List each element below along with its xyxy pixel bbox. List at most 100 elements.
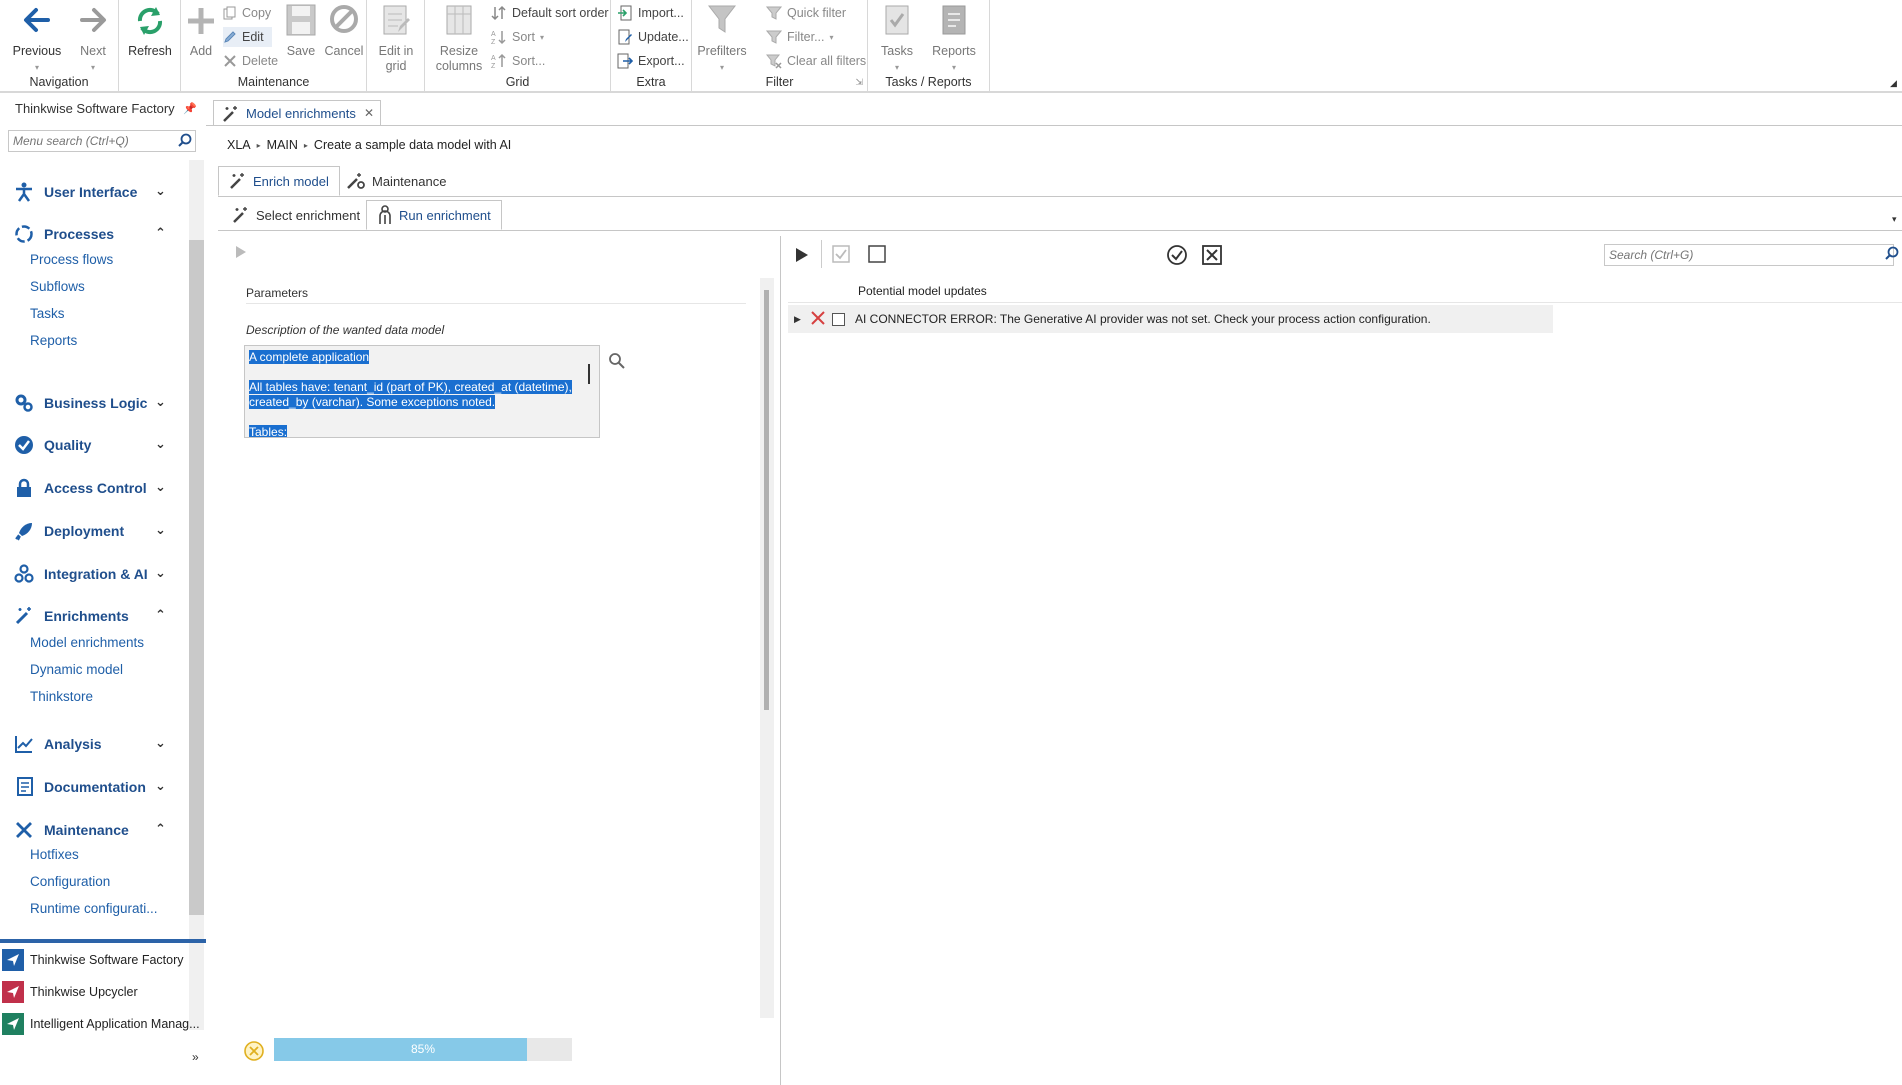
cancel-button[interactable]: Cancel <box>323 2 365 59</box>
nav-item-hotfixes[interactable]: Hotfixes <box>30 847 79 862</box>
menu-search-input[interactable] <box>8 130 196 152</box>
tasks-button[interactable]: Tasks ▾ <box>870 2 924 75</box>
nav-item-runtime-configuration[interactable]: Runtime configurati... <box>30 901 158 916</box>
sort-az-icon: AZ <box>491 31 506 45</box>
sort-dialog-button[interactable]: AZ Sort... <box>491 51 545 71</box>
import-button[interactable]: Import... <box>617 3 684 23</box>
chevron-down-icon: ⌄ <box>155 778 166 793</box>
breadcrumb-item[interactable]: Create a sample data model with AI <box>314 138 511 152</box>
nav-group-maintenance[interactable]: Maintenance ⌃ <box>14 815 166 845</box>
filter-button[interactable]: Filter... ▾ <box>766 27 834 47</box>
nav-group-business-logic[interactable]: Business Logic ⌄ <box>14 388 166 418</box>
update-button[interactable]: Update... <box>617 27 689 47</box>
toolbar-separator <box>821 240 822 268</box>
dialog-launcher-icon[interactable]: ⇲ <box>855 77 863 88</box>
unchecked-checkbox-icon[interactable] <box>868 245 886 266</box>
dropdown-arrow-icon: ▾ <box>539 32 544 42</box>
results-search-input[interactable] <box>1604 244 1894 266</box>
parameters-scrollbar-thumb[interactable] <box>764 290 769 710</box>
pin-icon[interactable]: 📌 <box>183 102 197 115</box>
tab-select-enrichment[interactable]: Select enrichment <box>222 200 370 230</box>
nav-group-user-interface[interactable]: User Interface ⌄ <box>14 177 166 207</box>
resize-columns-button[interactable]: Resize columns <box>431 2 487 74</box>
default-sort-order-button[interactable]: Default sort order <box>491 3 609 23</box>
close-tab-icon[interactable]: ✕ <box>364 106 374 120</box>
dropdown-arrow-icon: ▾ <box>719 63 724 72</box>
more-apps-icon[interactable]: » <box>192 1050 199 1064</box>
previous-button[interactable]: Previous ▾ <box>9 2 65 75</box>
checked-checkbox-icon[interactable] <box>832 245 850 266</box>
update-icon <box>618 29 632 45</box>
sidebar-scrollbar-thumb[interactable] <box>189 240 204 915</box>
app-thinkwise-software-factory[interactable]: Thinkwise Software Factory <box>2 947 184 973</box>
table-row[interactable]: ▶ AI CONNECTOR ERROR: The Generative AI … <box>788 305 1553 333</box>
nav-item-model-enrichments[interactable]: Model enrichments <box>30 635 144 650</box>
collapse-ribbon-icon[interactable]: ◢ <box>1890 78 1897 89</box>
group-label-extra: Extra <box>636 75 666 89</box>
nav-item-configuration[interactable]: Configuration <box>30 874 110 889</box>
cancel-progress-icon[interactable] <box>243 1040 265 1065</box>
dropdown-arrow-icon: ▾ <box>894 63 899 72</box>
export-button[interactable]: Export... <box>617 51 685 71</box>
column-header-potential-model-updates[interactable]: Potential model updates <box>858 284 987 298</box>
tab-row-primary-divider <box>218 196 1902 197</box>
execute-icon[interactable] <box>794 246 810 267</box>
group-label-grid: Grid <box>505 75 530 89</box>
description-textarea[interactable]: A complete application All tables have: … <box>244 345 600 438</box>
confirm-all-icon[interactable] <box>1166 244 1188 269</box>
nav-group-access-control[interactable]: Access Control ⌄ <box>14 473 166 503</box>
chevron-up-icon: ⌃ <box>155 225 166 240</box>
nav-group-integration-ai[interactable]: Integration & AI ⌄ <box>14 559 166 589</box>
nav-item-dynamic-model[interactable]: Dynamic model <box>30 662 123 677</box>
chevron-down-icon: ⌄ <box>155 522 166 537</box>
group-label-filter: Filter <box>765 75 794 89</box>
execute-task-icon[interactable] <box>234 244 248 263</box>
reports-button[interactable]: Reports ▾ <box>926 2 982 75</box>
tab-maintenance[interactable]: Maintenance <box>336 166 456 196</box>
nav-group-analysis[interactable]: Analysis ⌄ <box>14 729 166 759</box>
next-button[interactable]: Next ▾ <box>65 2 121 75</box>
prefilters-button[interactable]: Prefilters ▾ <box>696 2 748 75</box>
nav-group-documentation[interactable]: Documentation ⌄ <box>14 772 166 802</box>
nav-item-process-flows[interactable]: Process flows <box>30 252 113 267</box>
search-icon[interactable] <box>608 352 626 373</box>
breadcrumb-item[interactable]: XLA <box>227 138 251 152</box>
description-line: created_by (varchar). Some exceptions no… <box>249 395 496 409</box>
reject-all-icon[interactable] <box>1202 245 1222 268</box>
chevron-down-icon[interactable]: ▾ <box>1892 214 1897 225</box>
edit-in-grid-button[interactable]: Edit in grid <box>368 2 424 74</box>
sort-button[interactable]: AZ Sort ▾ <box>491 27 544 47</box>
search-icon[interactable] <box>178 133 192 150</box>
save-button[interactable]: Save <box>281 2 321 59</box>
nav-group-deployment[interactable]: Deployment ⌄ <box>14 516 166 546</box>
search-icon[interactable] <box>1885 246 1899 263</box>
breadcrumb-item[interactable]: MAIN <box>267 138 298 152</box>
copy-button[interactable]: Copy <box>223 3 271 23</box>
delete-button[interactable]: Delete <box>223 51 278 71</box>
edit-button[interactable]: Edit <box>223 27 272 47</box>
clear-all-filters-button[interactable]: Clear all filters <box>766 51 866 71</box>
magic-wand-icon <box>230 173 244 189</box>
chevron-down-icon: ⌄ <box>155 394 166 409</box>
app-intelligent-application-manager[interactable]: Intelligent Application Manag... <box>2 1011 200 1037</box>
apps-splitter[interactable] <box>0 939 206 943</box>
nav-group-enrichments[interactable]: Enrichments ⌃ <box>14 601 166 631</box>
add-button[interactable]: Add <box>181 2 221 59</box>
panel-splitter[interactable] <box>780 236 781 1085</box>
row-checkbox[interactable] <box>832 312 845 326</box>
check-badge-icon <box>15 436 33 454</box>
quick-filter-button[interactable]: Quick filter <box>766 3 846 23</box>
nav-item-subflows[interactable]: Subflows <box>30 279 85 294</box>
nav-item-reports[interactable]: Reports <box>30 333 77 348</box>
expand-row-icon[interactable]: ▶ <box>794 314 806 325</box>
nav-item-thinkstore[interactable]: Thinkstore <box>30 689 93 704</box>
app-thinkwise-upcycler[interactable]: Thinkwise Upcycler <box>2 979 138 1005</box>
nav-group-processes[interactable]: Processes ⌃ <box>14 219 166 249</box>
tab-run-enrichment[interactable]: Run enrichment <box>366 200 502 230</box>
nav-item-tasks[interactable]: Tasks <box>30 306 65 321</box>
nav-group-quality[interactable]: Quality ⌄ <box>14 430 166 460</box>
svg-text:A: A <box>491 31 496 38</box>
tab-enrich-model[interactable]: Enrich model <box>218 166 340 196</box>
document-tab-model-enrichments[interactable]: Model enrichments ✕ <box>213 100 381 126</box>
refresh-button[interactable]: Refresh <box>122 2 178 59</box>
